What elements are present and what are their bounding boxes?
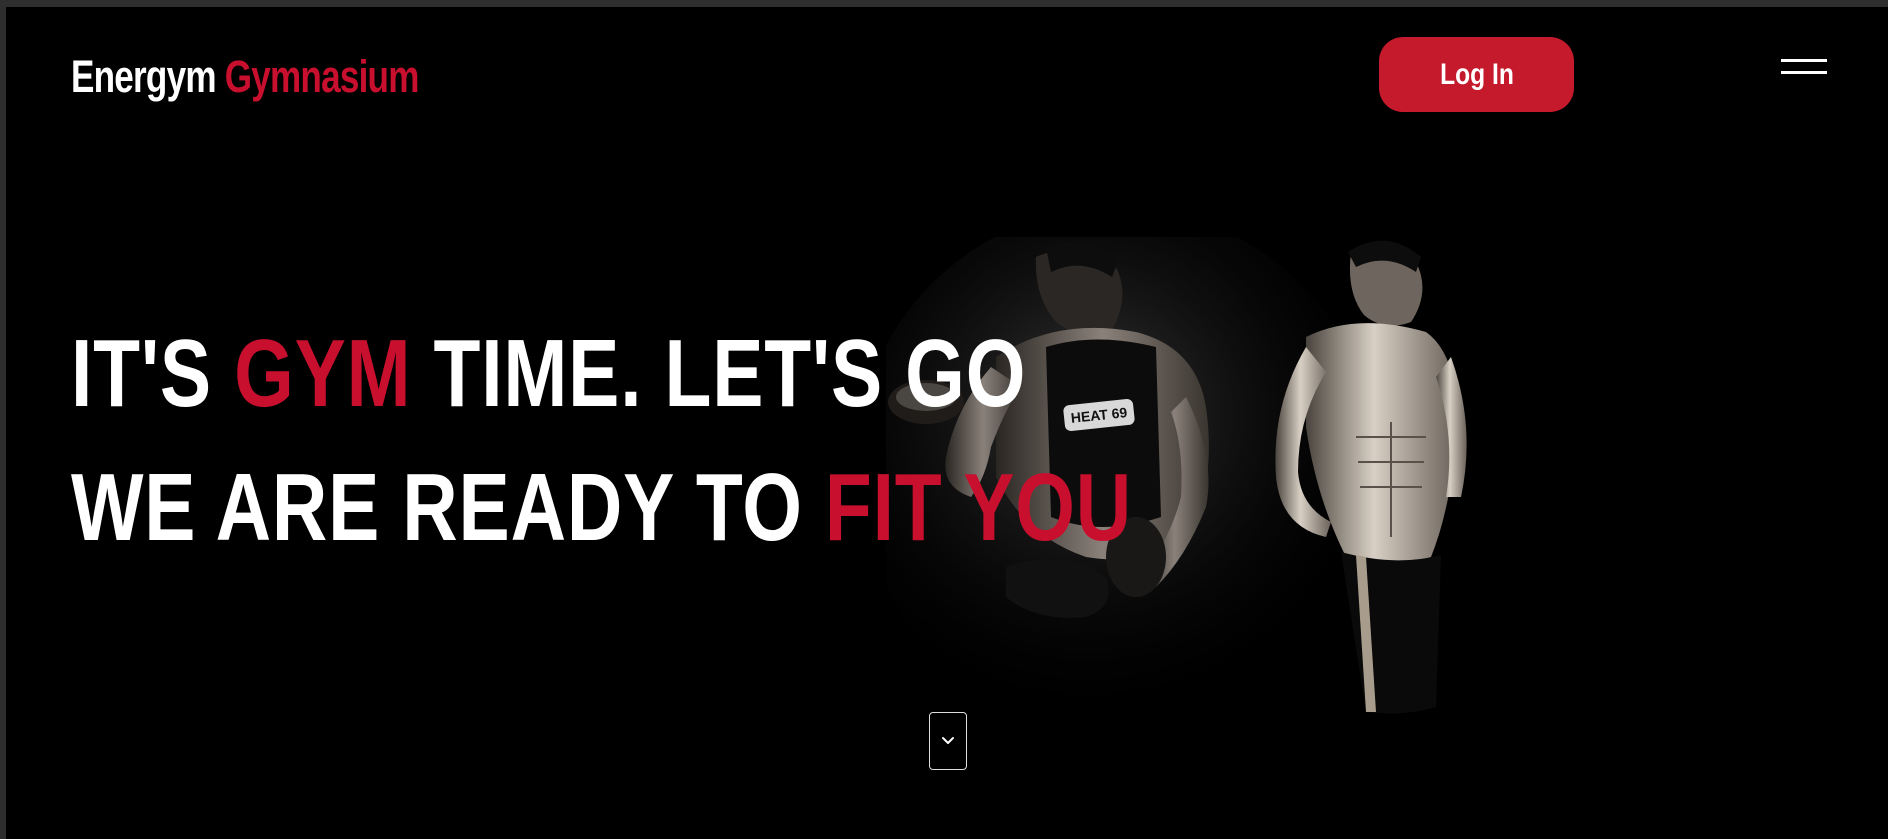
page-frame: Energym Gymnasium Log In HEAT 69 IT'S GY…	[6, 7, 1888, 839]
brand-name-second: Gymnasium	[224, 51, 420, 102]
hamburger-menu-icon[interactable]	[1781, 51, 1827, 81]
menu-bar-bottom	[1781, 71, 1827, 74]
headline-highlight-gym: GYM	[234, 320, 412, 427]
login-button[interactable]: Log In	[1379, 37, 1574, 112]
hero-headline: IT'S GYM TIME. LET'S GO WE ARE READY TO …	[71, 307, 1132, 575]
brand-logo[interactable]: Energym Gymnasium	[71, 51, 419, 103]
chevron-down-icon	[942, 737, 954, 744]
headline-line-1: IT'S GYM TIME. LET'S GO	[71, 307, 1132, 441]
headline-text: TIME. LET'S GO	[411, 320, 1027, 427]
login-button-label: Log In	[1439, 57, 1514, 91]
scroll-down-button[interactable]	[929, 712, 967, 770]
headline-highlight-fit-you: FIT YOU	[824, 454, 1133, 561]
menu-bar-top	[1781, 59, 1827, 62]
headline-line-2: WE ARE READY TO FIT YOU	[71, 441, 1132, 575]
headline-text: IT'S	[71, 320, 235, 427]
headline-text: WE ARE READY TO	[71, 454, 825, 561]
brand-name-first: Energym	[71, 51, 217, 102]
